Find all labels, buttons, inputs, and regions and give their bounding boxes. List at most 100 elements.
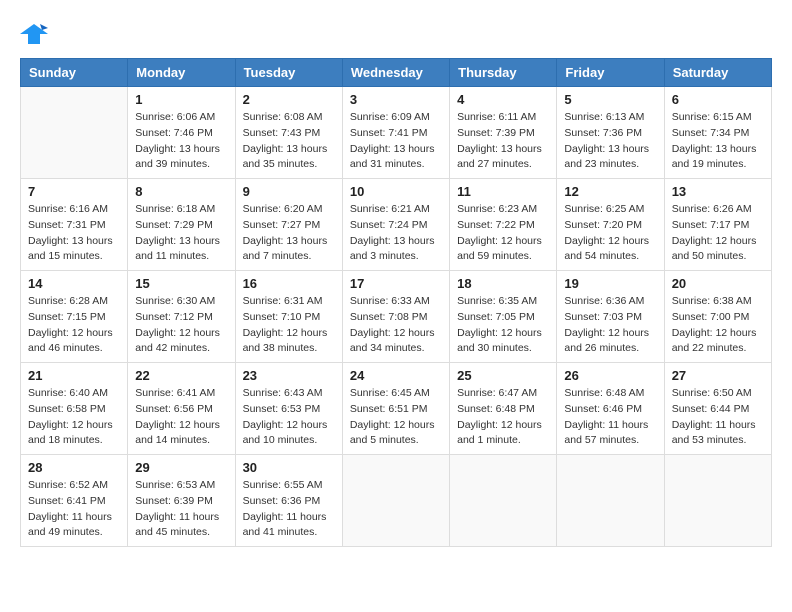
day-info: Sunrise: 6:23 AMSunset: 7:22 PMDaylight:… bbox=[457, 202, 549, 265]
day-info: Sunrise: 6:52 AMSunset: 6:41 PMDaylight:… bbox=[28, 478, 120, 541]
calendar-cell: 6 Sunrise: 6:15 AMSunset: 7:34 PMDaylight… bbox=[664, 87, 771, 179]
calendar-week-4: 21Sunrise: 6:40 AMSunset: 6:58 PMDayligh… bbox=[21, 363, 772, 455]
day-number: 24 bbox=[350, 368, 442, 383]
day-number: 13 bbox=[672, 184, 764, 199]
day-number: 1 bbox=[135, 92, 227, 107]
calendar-cell: 1 Sunrise: 6:06 AMSunset: 7:46 PMDaylight… bbox=[128, 87, 235, 179]
calendar-cell: 30Sunrise: 6:55 AMSunset: 6:36 PMDayligh… bbox=[235, 455, 342, 547]
day-number: 25 bbox=[457, 368, 549, 383]
calendar-header-row: SundayMondayTuesdayWednesdayThursdayFrid… bbox=[21, 59, 772, 87]
calendar-cell: 29 Sunrise: 6:53 AMSunset: 6:39 PMDayligh… bbox=[128, 455, 235, 547]
column-header-monday: Monday bbox=[128, 59, 235, 87]
day-info: Sunrise: 6:43 AMSunset: 6:53 PMDaylight:… bbox=[243, 386, 335, 449]
day-number: 20 bbox=[672, 276, 764, 291]
day-number: 8 bbox=[135, 184, 227, 199]
day-info: Sunrise: 6:06 AMSunset: 7:46 PMDaylight:… bbox=[135, 110, 227, 173]
day-info: Sunrise: 6:47 AMSunset: 6:48 PMDaylight:… bbox=[457, 386, 549, 449]
calendar-cell: 28 Sunrise: 6:52 AMSunset: 6:41 PMDayligh… bbox=[21, 455, 128, 547]
calendar-cell: 23 Sunrise: 6:43 AMSunset: 6:53 PMDayligh… bbox=[235, 363, 342, 455]
day-number: 14 bbox=[28, 276, 120, 291]
day-info: Sunrise: 6:28 AMSunset: 7:15 PMDaylight:… bbox=[28, 294, 120, 357]
day-info: Sunrise: 6:09 AMSunset: 7:41 PMDaylight:… bbox=[350, 110, 442, 173]
day-number: 22 bbox=[135, 368, 227, 383]
calendar-cell: 16 Sunrise: 6:31 AMSunset: 7:10 PMDayligh… bbox=[235, 271, 342, 363]
calendar-cell bbox=[664, 455, 771, 547]
calendar-cell bbox=[342, 455, 449, 547]
calendar-cell: 18 Sunrise: 6:35 AMSunset: 7:05 PMDayligh… bbox=[450, 271, 557, 363]
logo bbox=[20, 20, 52, 48]
column-header-tuesday: Tuesday bbox=[235, 59, 342, 87]
day-info: Sunrise: 6:20 AMSunset: 7:27 PMDaylight:… bbox=[243, 202, 335, 265]
day-number: 29 bbox=[135, 460, 227, 475]
calendar-cell: 15Sunrise: 6:30 AMSunset: 7:12 PMDayligh… bbox=[128, 271, 235, 363]
day-info: Sunrise: 6:13 AMSunset: 7:36 PMDaylight:… bbox=[564, 110, 656, 173]
day-number: 18 bbox=[457, 276, 549, 291]
day-info: Sunrise: 6:08 AMSunset: 7:43 PMDaylight:… bbox=[243, 110, 335, 173]
day-number: 27 bbox=[672, 368, 764, 383]
column-header-friday: Friday bbox=[557, 59, 664, 87]
day-info: Sunrise: 6:16 AMSunset: 7:31 PMDaylight:… bbox=[28, 202, 120, 265]
day-info: Sunrise: 6:11 AMSunset: 7:39 PMDaylight:… bbox=[457, 110, 549, 173]
calendar-cell: 2 Sunrise: 6:08 AMSunset: 7:43 PMDaylight… bbox=[235, 87, 342, 179]
day-number: 17 bbox=[350, 276, 442, 291]
day-info: Sunrise: 6:30 AMSunset: 7:12 PMDaylight:… bbox=[135, 294, 227, 357]
calendar-cell: 26Sunrise: 6:48 AMSunset: 6:46 PMDayligh… bbox=[557, 363, 664, 455]
day-info: Sunrise: 6:35 AMSunset: 7:05 PMDaylight:… bbox=[457, 294, 549, 357]
day-number: 16 bbox=[243, 276, 335, 291]
column-header-wednesday: Wednesday bbox=[342, 59, 449, 87]
day-number: 4 bbox=[457, 92, 549, 107]
day-info: Sunrise: 6:31 AMSunset: 7:10 PMDaylight:… bbox=[243, 294, 335, 357]
calendar-cell: 22 Sunrise: 6:41 AMSunset: 6:56 PMDayligh… bbox=[128, 363, 235, 455]
day-number: 3 bbox=[350, 92, 442, 107]
day-info: Sunrise: 6:26 AMSunset: 7:17 PMDaylight:… bbox=[672, 202, 764, 265]
day-info: Sunrise: 6:38 AMSunset: 7:00 PMDaylight:… bbox=[672, 294, 764, 357]
calendar-week-2: 7 Sunrise: 6:16 AMSunset: 7:31 PMDaylight… bbox=[21, 179, 772, 271]
day-number: 23 bbox=[243, 368, 335, 383]
day-number: 21 bbox=[28, 368, 120, 383]
day-info: Sunrise: 6:41 AMSunset: 6:56 PMDaylight:… bbox=[135, 386, 227, 449]
column-header-saturday: Saturday bbox=[664, 59, 771, 87]
calendar-cell: 21Sunrise: 6:40 AMSunset: 6:58 PMDayligh… bbox=[21, 363, 128, 455]
day-number: 19 bbox=[564, 276, 656, 291]
day-number: 26 bbox=[564, 368, 656, 383]
day-info: Sunrise: 6:18 AMSunset: 7:29 PMDaylight:… bbox=[135, 202, 227, 265]
calendar-cell bbox=[21, 87, 128, 179]
calendar-cell: 8 Sunrise: 6:18 AMSunset: 7:29 PMDaylight… bbox=[128, 179, 235, 271]
day-info: Sunrise: 6:36 AMSunset: 7:03 PMDaylight:… bbox=[564, 294, 656, 357]
page-header bbox=[20, 20, 772, 48]
calendar-cell: 20 Sunrise: 6:38 AMSunset: 7:00 PMDayligh… bbox=[664, 271, 771, 363]
day-number: 28 bbox=[28, 460, 120, 475]
day-info: Sunrise: 6:55 AMSunset: 6:36 PMDaylight:… bbox=[243, 478, 335, 541]
calendar-cell: 3 Sunrise: 6:09 AMSunset: 7:41 PMDaylight… bbox=[342, 87, 449, 179]
day-info: Sunrise: 6:53 AMSunset: 6:39 PMDaylight:… bbox=[135, 478, 227, 541]
calendar-cell bbox=[557, 455, 664, 547]
calendar-cell: 9Sunrise: 6:20 AMSunset: 7:27 PMDaylight… bbox=[235, 179, 342, 271]
day-info: Sunrise: 6:25 AMSunset: 7:20 PMDaylight:… bbox=[564, 202, 656, 265]
calendar-cell: 4 Sunrise: 6:11 AMSunset: 7:39 PMDaylight… bbox=[450, 87, 557, 179]
day-info: Sunrise: 6:50 AMSunset: 6:44 PMDaylight:… bbox=[672, 386, 764, 449]
calendar-cell: 17 Sunrise: 6:33 AMSunset: 7:08 PMDayligh… bbox=[342, 271, 449, 363]
calendar-cell: 5Sunrise: 6:13 AMSunset: 7:36 PMDaylight… bbox=[557, 87, 664, 179]
day-info: Sunrise: 6:33 AMSunset: 7:08 PMDaylight:… bbox=[350, 294, 442, 357]
column-header-thursday: Thursday bbox=[450, 59, 557, 87]
day-number: 7 bbox=[28, 184, 120, 199]
logo-icon bbox=[20, 20, 48, 48]
day-number: 2 bbox=[243, 92, 335, 107]
calendar-cell: 11 Sunrise: 6:23 AMSunset: 7:22 PMDayligh… bbox=[450, 179, 557, 271]
calendar-cell: 25 Sunrise: 6:47 AMSunset: 6:48 PMDayligh… bbox=[450, 363, 557, 455]
calendar-cell: 7 Sunrise: 6:16 AMSunset: 7:31 PMDaylight… bbox=[21, 179, 128, 271]
day-number: 12 bbox=[564, 184, 656, 199]
calendar-week-1: 1 Sunrise: 6:06 AMSunset: 7:46 PMDaylight… bbox=[21, 87, 772, 179]
day-info: Sunrise: 6:15 AMSunset: 7:34 PMDaylight:… bbox=[672, 110, 764, 173]
day-info: Sunrise: 6:45 AMSunset: 6:51 PMDaylight:… bbox=[350, 386, 442, 449]
calendar-cell: 27 Sunrise: 6:50 AMSunset: 6:44 PMDayligh… bbox=[664, 363, 771, 455]
calendar-cell: 13 Sunrise: 6:26 AMSunset: 7:17 PMDayligh… bbox=[664, 179, 771, 271]
calendar-cell: 24 Sunrise: 6:45 AMSunset: 6:51 PMDayligh… bbox=[342, 363, 449, 455]
column-header-sunday: Sunday bbox=[21, 59, 128, 87]
day-number: 11 bbox=[457, 184, 549, 199]
day-number: 10 bbox=[350, 184, 442, 199]
calendar-cell: 10Sunrise: 6:21 AMSunset: 7:24 PMDayligh… bbox=[342, 179, 449, 271]
day-number: 6 bbox=[672, 92, 764, 107]
calendar-cell: 14 Sunrise: 6:28 AMSunset: 7:15 PMDayligh… bbox=[21, 271, 128, 363]
calendar-cell: 12 Sunrise: 6:25 AMSunset: 7:20 PMDayligh… bbox=[557, 179, 664, 271]
